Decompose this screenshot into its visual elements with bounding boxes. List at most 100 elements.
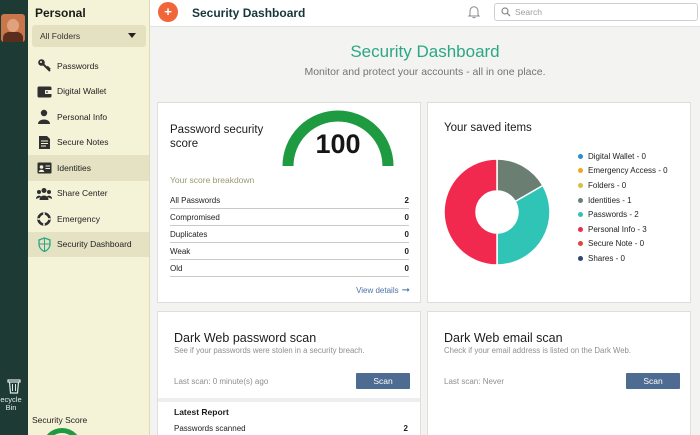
legend-dot [578,226,583,232]
note-icon [36,134,52,150]
breakdown-row-label: Weak [170,246,191,256]
breakdown-row-value: 0 [404,263,409,273]
legend-item: Digital Wallet - 0 [578,149,668,164]
breakdown-row: Duplicates 0 [170,226,409,243]
search-icon [501,7,511,17]
legend-label: Emergency Access - 0 [588,166,668,176]
dark-web-email-card: Dark Web email scan Check if your email … [427,311,691,435]
saved-items-donut-chart [443,158,551,266]
top-bar: + Security Dashboard [150,0,700,27]
page-subtitle: Monitor and protect your accounts - all … [304,66,546,78]
legend-label: Shares - 0 [588,253,625,263]
dark-web-password-last-scan: Last scan: 0 minute(s) ago [174,377,269,386]
legend-label: Secure Note - 0 [588,239,645,249]
legend-dot [578,241,583,247]
sidebar-item-personal-info[interactable]: Personal Info [28,104,149,130]
legend-dot [578,197,583,203]
report-row-value: 2 [403,424,408,433]
dark-web-password-title: Dark Web password scan [174,331,317,345]
sidebar-item-security-dashboard[interactable]: Security Dashboard [28,231,149,257]
topbar-title: Security Dashboard [192,6,306,20]
search-input[interactable] [515,6,690,18]
breakdown-table: All Passwords 2 Compromised 0 Duplicates 0 … [170,192,409,277]
legend-label: Folders - 0 [588,180,627,190]
dark-web-password-subtitle: See if your passwords were stolen in a s… [174,346,365,355]
view-details-label: View details [356,286,399,295]
legend-item: Folders - 0 [578,178,668,193]
sidebar-item-emergency[interactable]: Emergency [28,206,149,232]
legend-dot [578,153,583,159]
shield-icon [36,236,52,252]
recycle-bin[interactable]: ecycle Bin [0,378,28,412]
page-title: Security Dashboard [350,42,500,61]
sidebar-item-label: Share Center [57,188,108,199]
legend-item: Secure Note - 0 [578,237,668,252]
chevron-down-icon [128,33,136,38]
donut-slice [443,158,498,266]
add-item-button[interactable]: + [158,2,178,22]
dark-web-email-last-scan: Last scan: Never [444,377,505,386]
sidebar-item-label: Digital Wallet [57,86,107,97]
email-scan-button[interactable]: Scan [626,373,680,389]
sidebar-title: Personal [35,6,86,20]
folder-select[interactable]: All Folders [32,25,146,47]
arrow-right-icon: ➞ [401,285,410,296]
breakdown-row-value: 0 [404,229,409,239]
sidebar-item-label: Passwords [57,60,99,71]
sidebar-item-secure-notes[interactable]: Secure Notes [28,130,149,156]
saved-items-legend: Digital Wallet - 0 Emergency Access - 0 Fo… [578,149,668,266]
bell-icon[interactable] [468,5,480,19]
score-card-title: Password security score [170,124,264,150]
sidebar-item-share-center[interactable]: Share Center [28,181,149,207]
legend-dot [578,212,583,218]
sidebar-item-digital-wallet[interactable]: Digital Wallet [28,79,149,105]
trash-icon [7,379,21,394]
legend-dot [578,255,583,261]
sidebar-item-label: Secure Notes [57,137,109,148]
legend-item: Personal Info - 3 [578,222,668,237]
report-row: Passwords scanned 2 [174,424,408,433]
divider [158,398,420,402]
legend-item: Shares - 0 [578,251,668,266]
legend-label: Passwords - 2 [588,210,639,220]
search-box[interactable] [494,3,698,21]
sidebar-item-label: Emergency [57,213,100,224]
breakdown-row-value: 0 [404,246,409,256]
breakdown-row-value: 2 [404,195,409,205]
legend-label: Personal Info - 3 [588,224,647,234]
legend-item: Identities - 1 [578,193,668,208]
latest-report-title: Latest Report [174,407,229,417]
sidebar-item-label: Security Dashboard [57,239,132,250]
breakdown-row-label: Compromised [170,212,220,222]
saved-items-title: Your saved items [444,122,532,134]
legend-dot [578,168,583,174]
donut-slice [496,184,551,266]
sidebar-item-identities[interactable]: Identities [28,155,149,181]
legend-item: Emergency Access - 0 [578,164,668,179]
folder-select-value: All Folders [40,31,81,41]
sidebar: Personal All Folders Passwords Digital W… [28,0,150,435]
breakdown-row: All Passwords 2 [170,192,409,209]
view-details-link[interactable]: View details ➞ [356,285,410,296]
id-card-icon [36,160,52,176]
breakdown-label: Your score breakdown [170,175,255,185]
breakdown-row: Weak 0 [170,243,409,260]
sidebar-item-label: Personal Info [57,111,108,122]
score-value: 100 [315,129,361,159]
password-scan-button[interactable]: Scan [356,373,410,389]
breakdown-row-value: 0 [404,212,409,222]
wallet-icon [36,83,52,99]
user-avatar[interactable] [1,14,25,42]
sidebar-item-passwords[interactable]: Passwords [28,53,149,79]
breakdown-row-label: Duplicates [170,229,208,239]
breakdown-row-label: All Passwords [170,195,221,205]
dark-web-email-title: Dark Web email scan [444,331,563,345]
breakdown-row: Compromised 0 [170,209,409,226]
lifebuoy-icon [36,211,52,227]
dark-web-email-subtitle: Check if your email address is listed on… [444,346,632,355]
legend-dot [578,182,583,188]
share-people-icon [36,185,52,201]
key-icon [36,58,52,74]
dark-web-password-card: Dark Web password scan See if your passw… [157,311,421,435]
sidebar-nav: Passwords Digital Wallet Personal Info S… [28,53,149,257]
